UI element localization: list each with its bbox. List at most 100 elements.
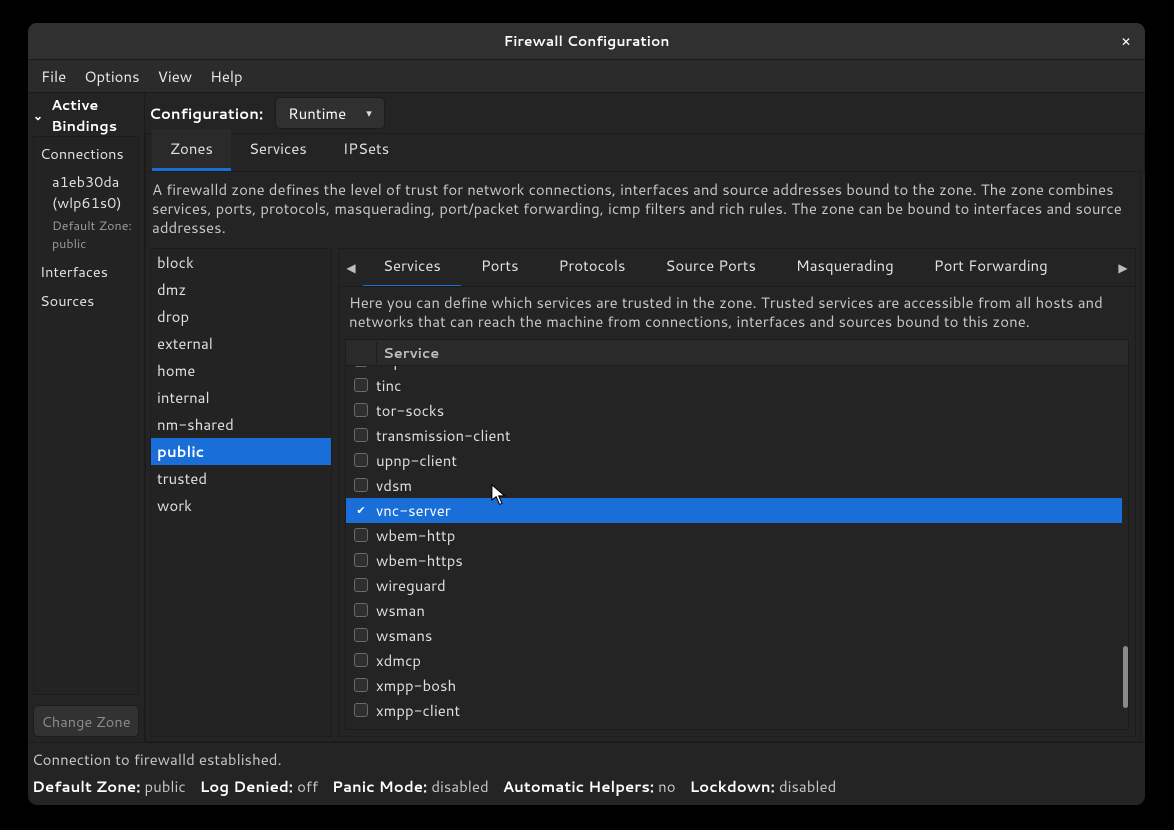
zone-item-external[interactable]: external (151, 330, 331, 357)
window-title: Firewall Configuration (504, 31, 670, 51)
service-checkbox[interactable] (354, 478, 368, 492)
zone-description: A firewalld zone defines the level of tr… (150, 176, 1136, 248)
zone-item-block[interactable]: block (151, 249, 331, 276)
zone-item-internal[interactable]: internal (151, 384, 331, 411)
service-row[interactable]: wbem-https (346, 548, 1122, 573)
service-name: wbem-http (376, 525, 455, 546)
service-checkbox[interactable] (354, 578, 368, 592)
services-scrollbar[interactable] (1122, 366, 1128, 729)
service-name: tinc (376, 375, 401, 396)
tree-connections[interactable]: Connections (34, 139, 138, 168)
service-checkbox[interactable] (354, 653, 368, 667)
status-log-denied-value: off (297, 776, 318, 797)
service-row[interactable]: wireguard (346, 573, 1122, 598)
service-row[interactable]: transmission-client (346, 423, 1122, 448)
main: Configuration: Runtime ▾ Zones Services … (145, 93, 1145, 742)
status-panic-mode-value: disabled (431, 776, 488, 797)
service-row[interactable]: tor-socks (346, 398, 1122, 423)
menu-view[interactable]: View (149, 63, 202, 90)
tree-connection-item[interactable]: a1eb30da (wlp61s0) (34, 168, 138, 216)
service-checkbox[interactable] (354, 603, 368, 617)
service-checkbox[interactable] (354, 703, 368, 717)
service-row[interactable]: tftp (346, 366, 1122, 373)
subtab-scroll-right[interactable]: ▶ (1111, 249, 1135, 287)
zone-item-drop[interactable]: drop (151, 303, 331, 330)
subtab-source-ports[interactable]: Source Ports (645, 249, 776, 287)
tab-zones[interactable]: Zones (152, 129, 231, 171)
service-name: wsman (376, 600, 425, 621)
service-checkbox[interactable] (354, 428, 368, 442)
service-name: xmpp-bosh (376, 675, 456, 696)
service-name: tftp (376, 366, 402, 371)
service-row[interactable]: wsmans (346, 623, 1122, 648)
tree-sources[interactable]: Sources (34, 286, 138, 315)
zone-list-pane: blockdmzdropexternalhomeinternalnm-share… (150, 248, 332, 737)
config-select[interactable]: Runtime ▾ (275, 97, 385, 129)
zone-item-nm-shared[interactable]: nm-shared (151, 411, 331, 438)
services-table-body[interactable]: tftp tinc tor-socks transmission-client upnp… (346, 366, 1128, 729)
zone-item-work[interactable]: work (151, 492, 331, 519)
service-row[interactable]: wsman (346, 598, 1122, 623)
service-name: tor-socks (376, 400, 444, 421)
service-row[interactable]: ✔vnc-server (346, 498, 1122, 523)
status-default-zone-value: public (145, 776, 186, 797)
menu-help[interactable]: Help (201, 63, 252, 90)
subtab-ports[interactable]: Ports (461, 249, 539, 287)
tree-interfaces[interactable]: Interfaces (34, 257, 138, 286)
status-lockdown-label: Lockdown: (690, 776, 775, 797)
change-zone-button[interactable]: Change Zone (33, 705, 139, 737)
menubar: File Options View Help (28, 60, 1145, 93)
service-checkbox[interactable] (354, 628, 368, 642)
service-name: xdmcp (376, 650, 421, 671)
titlebar[interactable]: Firewall Configuration ✕ (28, 23, 1145, 60)
service-row[interactable]: xmpp-bosh (346, 673, 1122, 698)
service-checkbox[interactable] (354, 528, 368, 542)
service-row[interactable]: vdsm (346, 473, 1122, 498)
status-connection: Connection to firewalld established. (32, 749, 1141, 770)
menu-options[interactable]: Options (75, 63, 148, 90)
service-name: upnp-client (376, 450, 457, 471)
service-checkbox[interactable] (354, 366, 368, 368)
service-checkbox[interactable] (354, 453, 368, 467)
service-checkbox[interactable] (354, 678, 368, 692)
services-description: Here you can define which services are t… (339, 287, 1135, 335)
service-row[interactable]: tinc (346, 373, 1122, 398)
zone-list[interactable]: blockdmzdropexternalhomeinternalnm-share… (150, 248, 332, 737)
services-table: Service tftp tinc tor-socks transmission-cl… (345, 339, 1129, 730)
bindings-tree[interactable]: Connections a1eb30da (wlp61s0) Default Z… (33, 136, 139, 695)
tab-ipsets[interactable]: IPSets (325, 129, 407, 171)
service-checkbox[interactable] (354, 403, 368, 417)
service-checkbox[interactable]: ✔ (354, 503, 368, 517)
col-service[interactable]: Service (376, 342, 1128, 363)
service-row[interactable]: wbem-http (346, 523, 1122, 548)
subtab-port-forwarding[interactable]: Port Forwarding (914, 249, 1068, 287)
scrollbar-thumb[interactable] (1123, 646, 1128, 708)
subtab-scroll: Services Ports Protocols Source Ports Ma… (363, 249, 1111, 287)
subtab-scroll-left[interactable]: ◀ (339, 249, 363, 287)
chevron-down-icon: ⌄ (33, 107, 43, 124)
service-checkbox[interactable] (354, 378, 368, 392)
zones-split: blockdmzdropexternalhomeinternalnm-share… (150, 248, 1136, 737)
sidebar-toggle[interactable]: ⌄ Active Bindings (33, 98, 139, 132)
zone-item-dmz[interactable]: dmz (151, 276, 331, 303)
service-name: vdsm (376, 475, 412, 496)
zone-item-public[interactable]: public (151, 438, 331, 465)
zone-item-trusted[interactable]: trusted (151, 465, 331, 492)
subtab-masquerading[interactable]: Masquerading (776, 249, 914, 287)
service-row[interactable]: upnp-client (346, 448, 1122, 473)
tab-services[interactable]: Services (231, 129, 325, 171)
status-auto-helpers-value: no (658, 776, 675, 797)
zone-item-home[interactable]: home (151, 357, 331, 384)
subtab-services[interactable]: Services (363, 249, 461, 287)
service-checkbox[interactable] (354, 553, 368, 567)
sidebar: ⌄ Active Bindings Connections a1eb30da (… (28, 93, 145, 742)
chevron-down-icon: ▾ (366, 105, 372, 121)
service-name: transmission-client (376, 425, 511, 446)
config-label: Configuration: (149, 103, 263, 124)
subtab-protocols[interactable]: Protocols (539, 249, 646, 287)
service-row[interactable]: xdmcp (346, 648, 1122, 673)
close-icon[interactable]: ✕ (1115, 30, 1137, 52)
service-row[interactable]: xmpp-client (346, 698, 1122, 723)
menu-file[interactable]: File (32, 63, 75, 90)
service-name: wsmans (376, 625, 432, 646)
